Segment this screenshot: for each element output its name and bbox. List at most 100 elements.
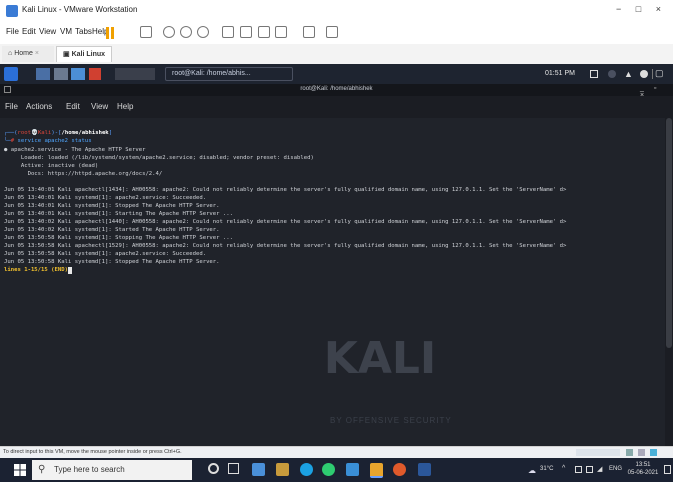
search-icon: ⚲ [38, 464, 46, 475]
terminal-menu-view[interactable]: View [91, 102, 108, 111]
terminal-menu-file[interactable]: File [5, 102, 18, 111]
power-manager-icon[interactable] [640, 70, 648, 78]
window-controls[interactable]: − □ × [616, 4, 667, 14]
text-cursor [68, 267, 72, 274]
output-line: ● apache2.service - The Apache HTTP Serv… [4, 147, 146, 153]
language-indicator[interactable]: ENG [609, 466, 622, 472]
windows-start-icon[interactable] [14, 464, 26, 476]
revert-snapshot-icon[interactable] [180, 26, 192, 38]
kali-watermark-subtitle: BY OFFENSIVE SECURITY [330, 416, 452, 425]
send-ctrl-alt-del-icon[interactable] [140, 26, 152, 38]
word-icon[interactable] [418, 463, 431, 476]
log-line: Jun 05 13:50:58 Kali apachectl[1529]: AH… [4, 243, 567, 249]
taskbar-search-box[interactable]: ⚲ Type here to search [32, 460, 192, 480]
taskbar-time: 13:51 [635, 462, 651, 468]
windows-activation-hint [576, 449, 620, 456]
prompt-user: root [17, 130, 31, 136]
taskbar-date: 05-06-2021 [627, 470, 659, 476]
device-icon[interactable] [650, 449, 657, 456]
pager-status-line: lines 1-15/15 (END) [4, 267, 72, 274]
show-library-icon[interactable] [222, 26, 234, 38]
workspace-icon[interactable] [36, 68, 50, 80]
snapshot-icon[interactable] [163, 26, 175, 38]
log-line: Jun 05 13:40:01 Kali apachectl[1434]: AH… [4, 187, 567, 193]
log-line: Jun 05 13:40:01 Kali systemd[1]: apache2… [4, 195, 207, 201]
console-view-icon[interactable] [303, 26, 315, 38]
taskbar-app-icon[interactable] [276, 463, 289, 476]
terminal-menu-help[interactable]: Help [117, 102, 133, 111]
vmware-titlebar: Kali Linux - VMware Workstation − □ × [0, 0, 673, 22]
kali-watermark-logo: KALI [323, 333, 437, 384]
prompt-line-1: ┌──(root💀Kali)-[/home/abhishek] [4, 130, 113, 136]
notification-bell-icon[interactable]: ▲ [624, 69, 633, 79]
device-icon[interactable] [626, 449, 633, 456]
pager-status: lines 1-15/15 (END) [4, 267, 68, 273]
terminal-menu-actions[interactable]: Actions [26, 102, 52, 111]
full-screen-icon[interactable] [258, 26, 270, 38]
taskbar-app-icon[interactable] [252, 463, 265, 476]
log-line: Jun 05 13:40:01 Kali systemd[1]: Startin… [4, 211, 234, 217]
terminal-launcher-icon[interactable] [54, 68, 68, 80]
vmware-logo-icon [6, 5, 18, 17]
terminal-scrollbar-thumb[interactable] [666, 118, 672, 348]
weather-icon[interactable]: ☁ [528, 466, 536, 475]
windows-taskbar: ⚲ Type here to search ☁ 31°C ^ ◢ ENG 13:… [0, 458, 673, 482]
tab-kali-linux[interactable]: ▣ Kali Linux × [56, 46, 112, 74]
cortana-icon[interactable] [208, 463, 219, 474]
kali-menu-icon[interactable] [4, 67, 18, 81]
tray-chevron-icon[interactable]: ^ [562, 465, 565, 472]
taskbar-terminal-window[interactable]: root@Kali: /home/abhis... [165, 67, 293, 81]
task-view-icon[interactable] [228, 463, 239, 474]
network-icon[interactable] [608, 70, 616, 78]
kali-clock[interactable]: 01:51 PM [545, 70, 575, 77]
vmware-status-text: To direct input to this VM, move the mou… [3, 449, 182, 455]
tab-kali-label: Kali Linux [71, 51, 106, 58]
log-line: Jun 05 13:50:58 Kali systemd[1]: Stopped… [4, 259, 220, 265]
menu-view[interactable]: View [39, 27, 56, 36]
thumbnail-bar-icon[interactable] [240, 26, 252, 38]
terminal-output[interactable]: KALI BY OFFENSIVE SECURITY ┌──(root💀Kali… [0, 118, 665, 446]
menu-file[interactable]: File [6, 27, 19, 36]
vm-icon: ▣ [63, 51, 72, 58]
tab-home-label: Home [14, 50, 33, 57]
taskbar-clock[interactable]: 13:51 05-06-2021 [624, 461, 662, 477]
terminal-command: service apache2 status [17, 138, 92, 144]
panel-divider [652, 69, 653, 79]
output-line: Loaded: loaded (/lib/systemd/system/apac… [4, 155, 314, 161]
menu-vm[interactable]: VM [60, 27, 72, 36]
menu-tabs[interactable]: Tabs [75, 27, 92, 36]
display-icon[interactable] [590, 70, 598, 78]
menu-edit[interactable]: Edit [22, 27, 36, 36]
terminal-menubar: File Actions Edit View Help [0, 96, 673, 118]
speaker-icon[interactable]: ◢ [597, 465, 602, 473]
manage-snapshots-icon[interactable] [197, 26, 209, 38]
stretch-guest-icon[interactable] [326, 26, 338, 38]
browser-icon[interactable] [89, 68, 101, 80]
terminal-menu-edit[interactable]: Edit [66, 102, 80, 111]
battery-icon[interactable] [586, 466, 593, 473]
weather-temp[interactable]: 31°C [540, 466, 553, 472]
prompt-line-2: └─# service apache2 status [4, 138, 92, 144]
tab-home[interactable]: ⌂ Home × [2, 46, 54, 62]
log-line: Jun 05 13:40:02 Kali apachectl[1440]: AH… [4, 219, 567, 225]
tray-icon[interactable] [575, 466, 582, 473]
workspace-indicator[interactable] [115, 68, 155, 80]
edge-icon[interactable] [300, 463, 313, 476]
kali-top-panel: root@Kali: /home/abhis... 01:51 PM ▲ ▢ [0, 64, 673, 84]
device-icon[interactable] [638, 449, 645, 456]
vmware-taskbar-icon[interactable] [370, 463, 383, 478]
taskbar-app-icon[interactable] [346, 463, 359, 476]
close-icon[interactable]: × [33, 50, 39, 57]
lock-icon[interactable]: ▢ [655, 68, 664, 79]
chrome-icon[interactable] [322, 463, 335, 476]
output-line: Docs: https://httpd.apache.org/docs/2.4/ [4, 171, 163, 177]
notification-center-icon[interactable] [664, 465, 671, 474]
firefox-icon[interactable] [393, 463, 406, 476]
pause-icon[interactable] [106, 26, 116, 39]
log-line: Jun 05 13:40:01 Kali systemd[1]: Stopped… [4, 203, 220, 209]
window-title: Kali Linux - VMware Workstation [22, 5, 138, 14]
terminal-title: root@Kali: /home/abhishek [300, 86, 373, 92]
unity-icon[interactable] [275, 26, 287, 38]
file-manager-icon[interactable] [71, 68, 85, 80]
log-line: Jun 05 13:40:02 Kali systemd[1]: Started… [4, 227, 220, 233]
